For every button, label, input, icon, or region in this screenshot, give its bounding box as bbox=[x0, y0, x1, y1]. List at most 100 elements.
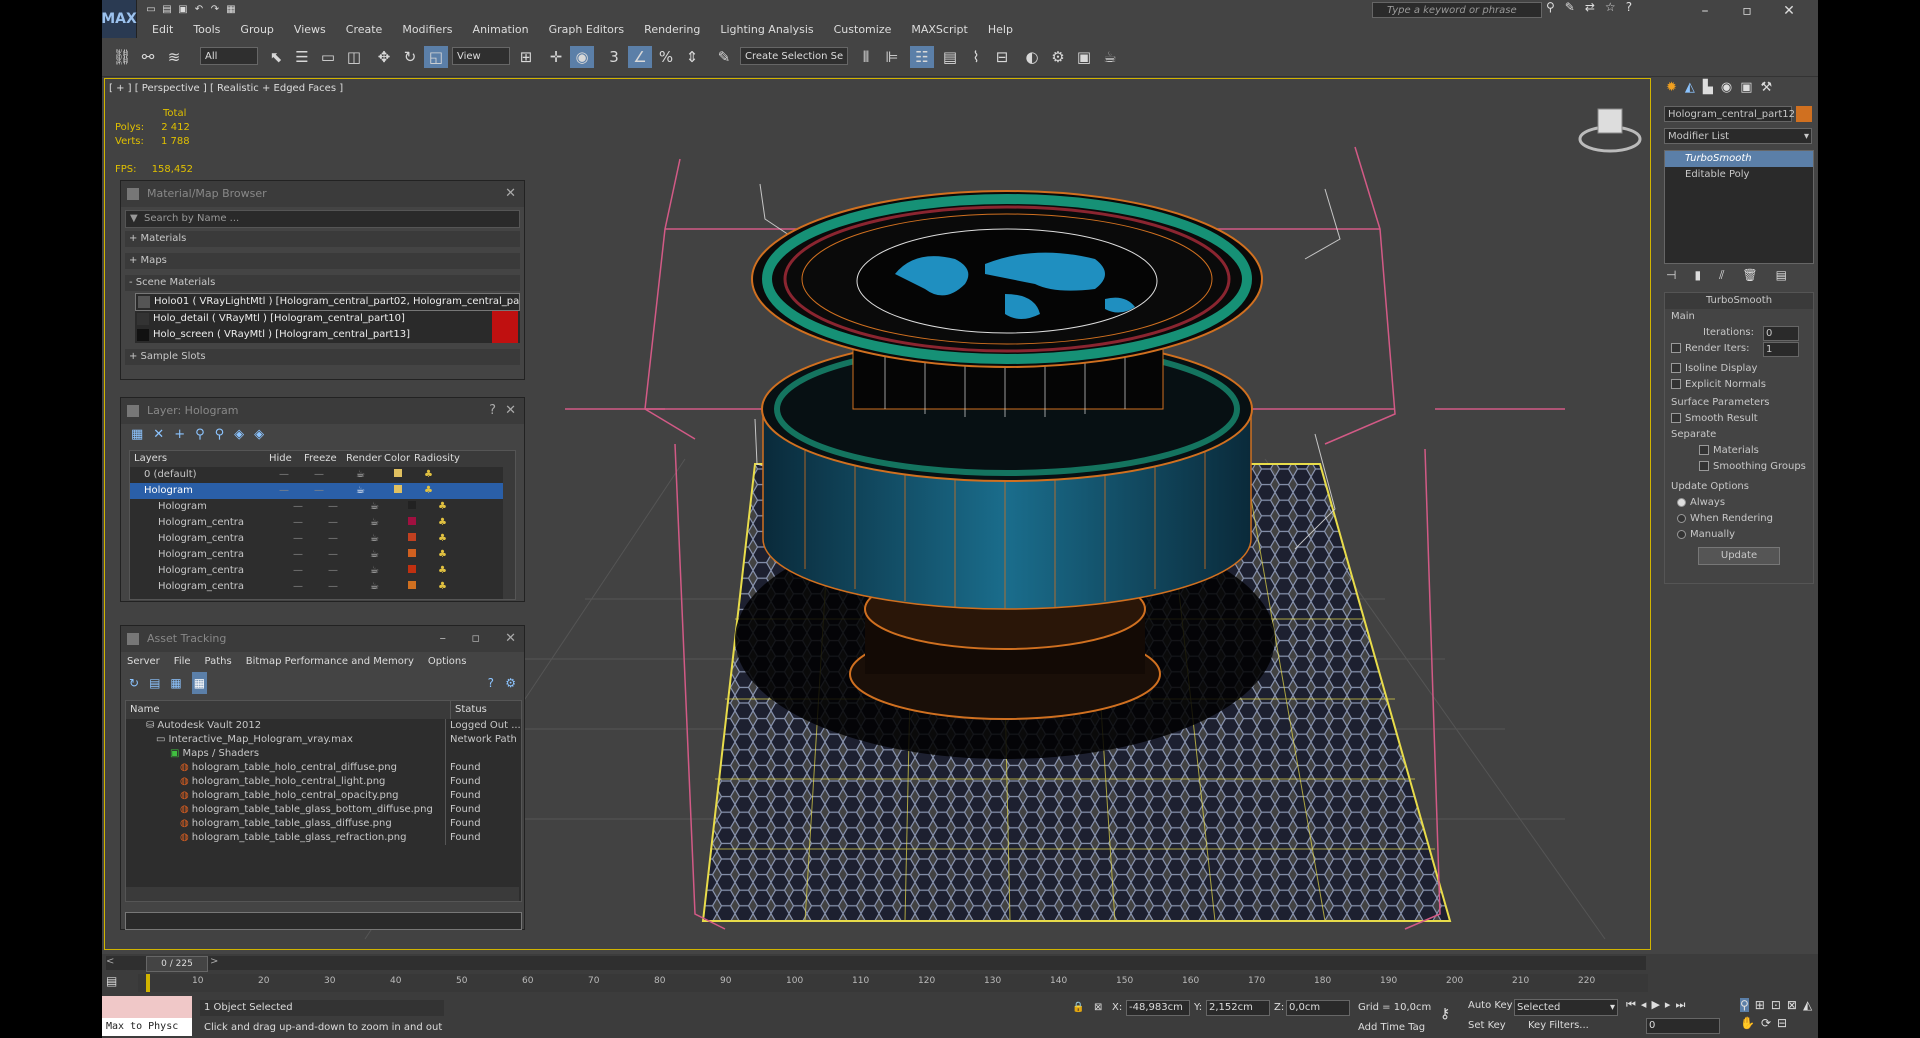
utilities-tab-icon[interactable]: ⚒ bbox=[1761, 80, 1773, 100]
select-objects-icon[interactable]: ⚲ bbox=[195, 424, 205, 446]
column-header-color[interactable]: Color bbox=[384, 451, 414, 467]
create-tab-icon[interactable]: ✹ bbox=[1666, 80, 1677, 100]
menu-item-graph-editors[interactable]: Graph Editors bbox=[539, 23, 635, 37]
rotate-icon[interactable]: ↻ bbox=[398, 46, 422, 68]
undo-icon[interactable]: ↶ bbox=[192, 3, 206, 17]
maxscript-listener[interactable]: Max to Physc bbox=[102, 996, 192, 1036]
radiosity-icon[interactable]: ♣ bbox=[438, 515, 488, 531]
material-browser-title[interactable]: Material/Map Browser ✕ bbox=[121, 181, 524, 207]
table-row[interactable]: ◍ hologram_table_holo_central_diffuse.png… bbox=[126, 761, 521, 775]
close-icon[interactable]: ✕ bbox=[505, 181, 516, 207]
named-selection-dropdown[interactable]: Create Selection Se bbox=[740, 47, 848, 65]
manually-radio[interactable] bbox=[1677, 529, 1686, 539]
freeze-toggle[interactable]: — bbox=[328, 563, 370, 579]
auto-key-button[interactable]: Auto Key bbox=[1468, 1000, 1513, 1011]
table-row[interactable]: ▭ Interactive_Map_Hologram_vray.max Networ… bbox=[126, 733, 521, 747]
create-layer-icon[interactable]: ▦ bbox=[131, 424, 143, 446]
hide-toggle[interactable]: — bbox=[293, 547, 328, 563]
scene-materials-section[interactable]: - Scene Materials bbox=[125, 275, 520, 291]
render-teapot-icon[interactable]: ☕ bbox=[370, 547, 408, 563]
materials-section[interactable]: + Materials bbox=[125, 231, 520, 247]
menu-item-animation[interactable]: Animation bbox=[463, 23, 539, 37]
close-icon[interactable]: ✕ bbox=[1768, 0, 1810, 22]
layer-manager-icon[interactable]: ▤ bbox=[938, 46, 962, 68]
layer-color-swatch[interactable] bbox=[408, 547, 438, 563]
spinner-snap-icon[interactable]: ⇕ bbox=[680, 46, 704, 68]
separate-materials-checkbox[interactable] bbox=[1699, 445, 1709, 455]
render-production-icon[interactable]: ☕ bbox=[1098, 46, 1122, 68]
asset-tracking-title[interactable]: Asset Tracking – ▫ ✕ bbox=[121, 626, 524, 652]
key-filters-button[interactable]: Key Filters... bbox=[1528, 1020, 1589, 1031]
refresh-icon[interactable]: ↻ bbox=[129, 672, 139, 694]
when-rendering-radio[interactable] bbox=[1677, 513, 1686, 523]
snaps-toggle-icon[interactable]: 3 bbox=[602, 46, 626, 68]
object-color-swatch[interactable] bbox=[1796, 106, 1812, 122]
lock-selection-icon[interactable]: 🔒 bbox=[1072, 1002, 1084, 1013]
current-frame-field[interactable]: 0 bbox=[1646, 1018, 1720, 1034]
link-icon[interactable]: ⛓ bbox=[110, 46, 134, 68]
render-iters-checkbox[interactable] bbox=[1671, 343, 1681, 353]
hide-toggle[interactable]: — bbox=[293, 579, 328, 595]
exchange-icon[interactable]: ⇄ bbox=[1585, 0, 1595, 14]
slider-next-icon[interactable]: > bbox=[210, 956, 218, 967]
maximize-icon[interactable]: ▫ bbox=[471, 626, 480, 652]
edit-named-selection-icon[interactable]: ✎ bbox=[712, 46, 736, 68]
star-icon[interactable]: ☆ bbox=[1605, 0, 1616, 14]
object-name-field[interactable]: Hologram_central_part12 bbox=[1664, 106, 1795, 122]
table-row[interactable]: ◍ hologram_table_table_glass_refraction.p… bbox=[126, 831, 521, 845]
rectangular-selection-icon[interactable]: ▭ bbox=[316, 46, 340, 68]
close-icon[interactable]: ✕ bbox=[505, 398, 516, 424]
hide-toggle[interactable]: — bbox=[279, 483, 314, 499]
z-coordinate-field[interactable]: 0,0cm bbox=[1286, 1000, 1350, 1016]
material-editor-icon[interactable]: ◐ bbox=[1020, 46, 1044, 68]
layer-color-swatch[interactable] bbox=[394, 483, 424, 499]
binoculars-icon[interactable]: ⚲ bbox=[1546, 0, 1555, 14]
unlink-icon[interactable]: ⚯ bbox=[136, 46, 160, 68]
help-icon[interactable]: ? bbox=[488, 672, 494, 694]
scale-icon[interactable]: ◱ bbox=[424, 46, 448, 68]
reference-coordinate-dropdown[interactable]: View bbox=[452, 47, 510, 65]
save-icon[interactable]: ▣ bbox=[176, 3, 190, 17]
mini-curve-editor-icon[interactable]: ▤ bbox=[106, 974, 134, 990]
radiosity-icon[interactable]: ♣ bbox=[438, 499, 488, 515]
hide-toggle[interactable]: — bbox=[293, 531, 328, 547]
render-teapot-icon[interactable]: ☕ bbox=[370, 563, 408, 579]
time-slider-thumb[interactable]: 0 / 225 bbox=[146, 956, 208, 972]
new-icon[interactable]: ▭ bbox=[144, 3, 158, 17]
menu-item-options[interactable]: Options bbox=[428, 652, 467, 672]
align-icon[interactable]: ⊫ bbox=[880, 46, 904, 68]
iterations-spinner[interactable]: 0 bbox=[1763, 326, 1799, 341]
table-row[interactable]: ◍ hologram_table_holo_central_light.png Fo… bbox=[126, 775, 521, 789]
layer-color-swatch[interactable] bbox=[408, 579, 438, 595]
configure-modifier-sets-icon[interactable]: ▤ bbox=[1776, 268, 1787, 283]
previous-frame-icon[interactable]: ◂ bbox=[1641, 998, 1647, 1012]
explicit-normals-checkbox[interactable] bbox=[1671, 379, 1681, 389]
list-item[interactable]: Holo_screen ( VRayMtl ) [Hologram_centra… bbox=[135, 327, 520, 343]
modifier-list-dropdown[interactable]: Modifier List ▾ bbox=[1664, 128, 1812, 144]
dropdown-arrow-icon[interactable]: ▼ bbox=[130, 211, 138, 227]
select-by-name-icon[interactable]: ☰ bbox=[290, 46, 314, 68]
radiosity-icon[interactable]: ♣ bbox=[438, 579, 488, 595]
table-row[interactable]: ▣ Maps / Shaders bbox=[126, 747, 521, 761]
layer-row[interactable]: Hologram_centra — — ☕ ♣ bbox=[130, 515, 515, 531]
maxscript-input[interactable]: Max to Physc bbox=[102, 1018, 192, 1036]
hide-toggle[interactable]: — bbox=[293, 515, 328, 531]
layer-row[interactable]: Hologram_centra — — ☕ ♣ bbox=[130, 563, 515, 579]
table-view-icon[interactable]: ▦ bbox=[191, 672, 208, 694]
goto-start-icon[interactable]: ⏮ bbox=[1626, 998, 1636, 1012]
layer-row[interactable]: Hologram — — ☕ ♣ bbox=[130, 483, 515, 499]
radiosity-icon[interactable]: ♣ bbox=[424, 467, 474, 483]
layer-panel-title[interactable]: Layer: Hologram ? ✕ bbox=[121, 398, 524, 424]
radiosity-icon[interactable]: ♣ bbox=[438, 547, 488, 563]
freeze-toggle[interactable]: — bbox=[314, 467, 356, 483]
layer-row[interactable]: 0 (default) — — ☕ ♣ bbox=[130, 467, 515, 483]
orbit-icon[interactable]: ⟳ bbox=[1761, 1016, 1771, 1030]
column-header-hide[interactable]: Hide bbox=[269, 451, 304, 467]
tools-icon[interactable]: ✎ bbox=[1565, 0, 1575, 14]
layer-row[interactable]: Hologram — — ☕ ♣ bbox=[130, 499, 515, 515]
layer-color-swatch[interactable] bbox=[394, 467, 424, 483]
select-manipulate-icon[interactable]: ✛ bbox=[544, 46, 568, 68]
radiosity-icon[interactable]: ♣ bbox=[424, 483, 474, 499]
menu-item-bitmap-performance[interactable]: Bitmap Performance and Memory bbox=[246, 652, 414, 672]
zoom-all-icon[interactable]: ⊞ bbox=[1755, 998, 1765, 1012]
